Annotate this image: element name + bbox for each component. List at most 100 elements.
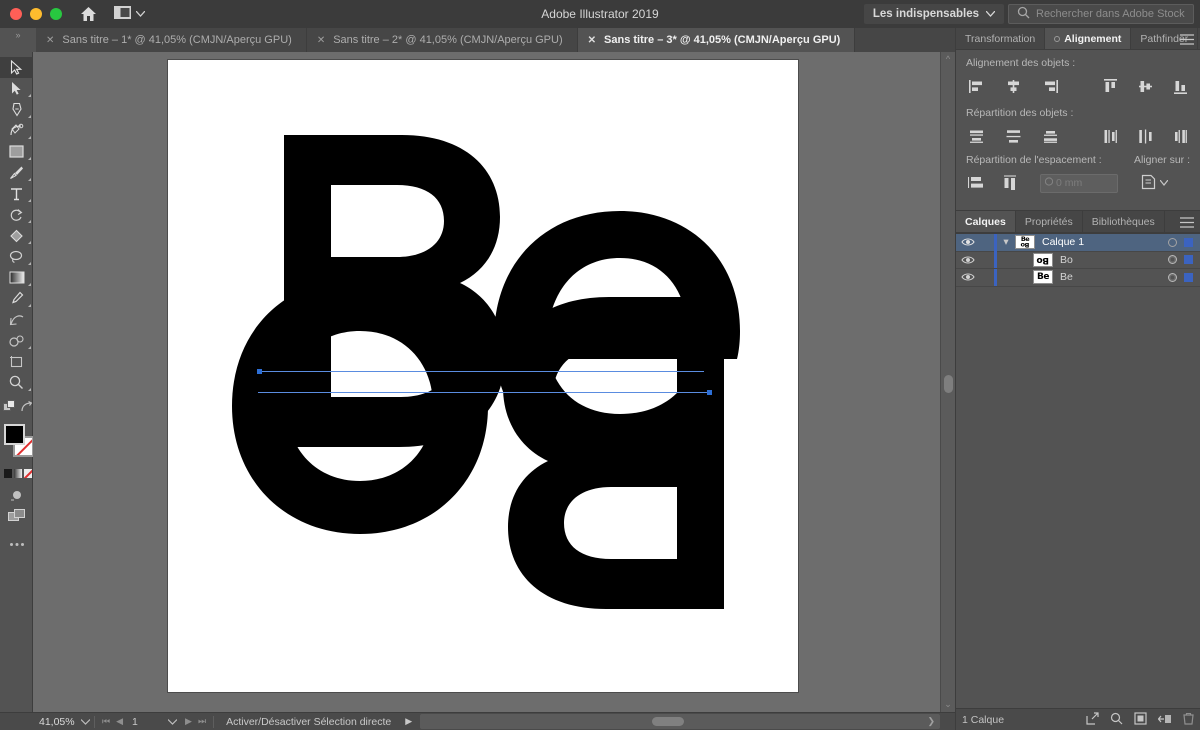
- target-circle-icon[interactable]: [1168, 272, 1177, 282]
- first-page-icon[interactable]: ⏮: [99, 713, 113, 730]
- canvas-area[interactable]: [33, 52, 955, 712]
- align-middle-vertical-icon[interactable]: [1135, 77, 1155, 95]
- maximize-window-button[interactable]: [50, 8, 62, 20]
- locate-object-icon[interactable]: [1086, 711, 1099, 728]
- artboard-tool[interactable]: [0, 351, 33, 372]
- distribute-horizontal-center-icon[interactable]: [1135, 127, 1155, 145]
- target-circle-icon[interactable]: [1168, 255, 1177, 265]
- home-icon[interactable]: [78, 4, 98, 24]
- symbol-sprayer-tool[interactable]: [0, 330, 33, 351]
- layer-row-bo[interactable]: Bo Bo: [956, 251, 1200, 269]
- close-icon[interactable]: ✕: [588, 35, 596, 46]
- layer-selection-color[interactable]: [1184, 255, 1193, 265]
- close-window-button[interactable]: [10, 8, 22, 20]
- selection-tool[interactable]: [0, 57, 33, 78]
- lasso-tool[interactable]: [0, 246, 33, 267]
- make-clipping-mask-icon[interactable]: [1110, 712, 1123, 728]
- free-transform-tool[interactable]: [0, 309, 33, 330]
- distribute-vertical-center-icon[interactable]: [1003, 127, 1023, 145]
- layer-name[interactable]: Bo: [1060, 254, 1073, 266]
- tab-transformation[interactable]: Transformation: [956, 28, 1046, 49]
- last-page-icon[interactable]: ⏭: [195, 713, 209, 730]
- selection-anchor-lower-right[interactable]: [707, 390, 712, 395]
- adobe-stock-search[interactable]: Rechercher dans Adobe Stock: [1008, 4, 1194, 24]
- minimize-window-button[interactable]: [30, 8, 42, 20]
- target-circle-icon[interactable]: [1168, 237, 1177, 247]
- zoom-tool[interactable]: [0, 372, 33, 393]
- draw-normal-icon[interactable]: [0, 484, 33, 505]
- color-mode-icon[interactable]: [4, 469, 12, 478]
- eye-icon[interactable]: [956, 237, 980, 247]
- align-bottom-icon[interactable]: [1170, 77, 1190, 95]
- chevron-right-icon[interactable]: ❯: [927, 716, 935, 727]
- align-left-icon[interactable]: [966, 77, 986, 95]
- fill-color-swatch[interactable]: [4, 424, 25, 445]
- next-page-icon[interactable]: ▶: [177, 713, 195, 730]
- document-tab-3[interactable]: ✕ Sans titre – 3* @ 41,05% (CMJN/Aperçu …: [577, 28, 856, 52]
- selection-line-lower[interactable]: [258, 392, 710, 393]
- panel-layout-button[interactable]: [114, 6, 146, 22]
- distribute-right-icon[interactable]: [1170, 127, 1190, 145]
- close-icon[interactable]: ✕: [46, 35, 54, 46]
- artboard-number-dropdown[interactable]: [167, 713, 178, 730]
- chevron-down-icon[interactable]: [1044, 177, 1054, 189]
- default-fill-stroke-icon[interactable]: [3, 400, 16, 416]
- zoom-level-dropdown[interactable]: [80, 713, 91, 730]
- gradient-tool[interactable]: [0, 267, 33, 288]
- eye-icon[interactable]: [956, 255, 980, 265]
- paintbrush-tool[interactable]: [0, 162, 33, 183]
- panel-menu-icon[interactable]: [1180, 211, 1194, 233]
- horizontal-scroll-thumb[interactable]: [652, 717, 684, 726]
- layer-row-calque-1[interactable]: ▾ Be Bo Calque 1: [956, 233, 1200, 252]
- more-tools-icon[interactable]: [0, 534, 33, 555]
- align-to-dropdown[interactable]: [1141, 174, 1169, 193]
- align-top-icon[interactable]: [1100, 77, 1120, 95]
- status-message[interactable]: Activer/Désactiver Sélection directe: [218, 713, 391, 730]
- tab-bar-grip[interactable]: »: [0, 28, 36, 52]
- chevron-up-icon[interactable]: ^: [941, 52, 955, 64]
- layer-row-be[interactable]: Be Be: [956, 268, 1200, 287]
- vertical-scroll-thumb[interactable]: [944, 375, 953, 393]
- search-input[interactable]: Rechercher dans Adobe Stock: [1036, 8, 1185, 20]
- document-tab-1[interactable]: ✕ Sans titre – 1* @ 41,05% (CMJN/Aperçu …: [36, 28, 307, 52]
- layer-name[interactable]: Be: [1060, 271, 1073, 283]
- rectangle-tool[interactable]: [0, 141, 33, 162]
- canvas-horizontal-scrollbar[interactable]: ❯: [420, 714, 940, 729]
- prev-page-icon[interactable]: ◀: [113, 713, 126, 730]
- layer-selection-color[interactable]: [1184, 272, 1193, 282]
- zoom-level-field[interactable]: 41,05%: [33, 713, 81, 730]
- layer-name[interactable]: Calque 1: [1042, 236, 1084, 248]
- create-new-sublayer-icon[interactable]: [1134, 711, 1147, 728]
- spacing-value-field[interactable]: 0 mm: [1040, 173, 1118, 193]
- align-right-icon[interactable]: [1040, 77, 1060, 95]
- artwork-group[interactable]: [168, 60, 798, 692]
- screen-mode-icon[interactable]: [0, 505, 33, 526]
- rotate-tool[interactable]: [0, 204, 33, 225]
- play-icon[interactable]: ▶: [391, 713, 412, 730]
- eye-icon[interactable]: [956, 272, 980, 282]
- distribute-vertical-space-icon[interactable]: [966, 174, 986, 192]
- curvature-tool[interactable]: [0, 120, 33, 141]
- create-new-layer-icon[interactable]: [1157, 712, 1172, 728]
- tab-alignement[interactable]: Alignement: [1045, 28, 1132, 49]
- selection-anchor-upper-left[interactable]: [257, 369, 262, 374]
- tab-proprietes[interactable]: Propriétés: [1016, 211, 1083, 232]
- delete-selection-icon[interactable]: [1183, 712, 1194, 728]
- close-icon[interactable]: ✕: [317, 35, 325, 46]
- shape-builder-tool[interactable]: [0, 225, 33, 246]
- canvas-vertical-scrollbar[interactable]: ^ ⌄: [940, 52, 955, 712]
- selection-line-upper[interactable]: [258, 371, 704, 372]
- chevron-down-icon[interactable]: ▾: [997, 236, 1015, 248]
- chevron-down-icon[interactable]: ⌄: [941, 699, 955, 710]
- artboard-number-field[interactable]: 1: [126, 713, 168, 730]
- type-tool[interactable]: [0, 183, 33, 204]
- layer-selection-color[interactable]: [1184, 237, 1193, 247]
- gradient-mode-icon[interactable]: [14, 469, 22, 478]
- align-center-horizontal-icon[interactable]: [1003, 77, 1023, 95]
- eyedropper-tool[interactable]: [0, 288, 33, 309]
- direct-selection-tool[interactable]: [0, 78, 33, 99]
- tab-bibliotheques[interactable]: Bibliothèques: [1083, 211, 1165, 232]
- workspace-switcher[interactable]: Les indispensables: [863, 4, 1004, 24]
- none-mode-icon[interactable]: [24, 469, 32, 478]
- distribute-left-icon[interactable]: [1100, 127, 1120, 145]
